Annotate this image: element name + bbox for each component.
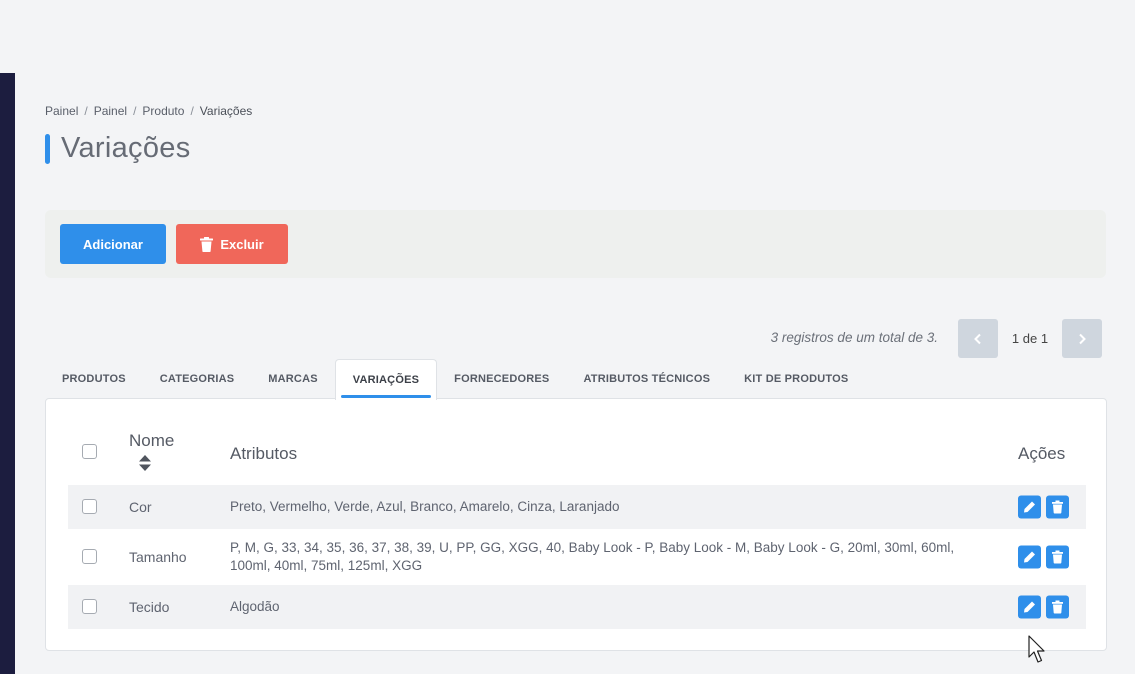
tab-variacoes[interactable]: VARIAÇÕES <box>334 359 438 400</box>
tab-kit-de-produtos[interactable]: KIT DE PRODUTOS <box>727 359 865 399</box>
delete-button-label: Excluir <box>220 236 264 252</box>
table-header: Nome Atributos Ações <box>68 425 1086 481</box>
row-actions <box>1018 595 1069 619</box>
row-actions <box>1018 495 1069 519</box>
column-header-name[interactable]: Nome <box>129 431 174 451</box>
tab-marcas[interactable]: MARCAS <box>251 359 334 399</box>
edit-button[interactable] <box>1018 495 1041 519</box>
action-panel: Adicionar Excluir <box>45 210 1106 278</box>
row-actions <box>1018 545 1069 569</box>
column-header-attributes: Atributos <box>230 444 298 463</box>
pagination-info: 3 registros de um total de 3. <box>770 330 938 345</box>
table-row: Tamanho P, M, G, 33, 34, 35, 36, 37, 38,… <box>68 529 1086 585</box>
row-attributes: P, M, G, 33, 34, 35, 36, 37, 38, 39, U, … <box>230 540 955 573</box>
chevron-left-icon <box>974 333 981 344</box>
pencil-icon <box>1024 551 1035 563</box>
breadcrumb-separator: / <box>133 104 137 118</box>
next-page-button[interactable] <box>1062 319 1102 358</box>
row-attributes: Algodão <box>230 599 280 614</box>
trash-icon <box>200 236 214 252</box>
sidebar-edge <box>0 73 15 674</box>
add-button[interactable]: Adicionar <box>60 224 166 264</box>
row-name: Cor <box>129 499 152 515</box>
row-name: Tamanho <box>129 549 187 565</box>
tab-bar: PRODUTOS CATEGORIAS MARCAS VARIAÇÕES FOR… <box>45 359 865 400</box>
mouse-cursor-icon <box>1028 635 1045 663</box>
row-checkbox[interactable] <box>82 549 97 564</box>
delete-row-button[interactable] <box>1046 595 1069 619</box>
delete-row-button[interactable] <box>1046 545 1069 569</box>
row-checkbox[interactable] <box>82 499 97 514</box>
row-name: Tecido <box>129 599 170 615</box>
breadcrumb-item[interactable]: Produto <box>142 104 184 118</box>
trash-icon <box>1052 500 1063 514</box>
table-row: Cor Preto, Vermelho, Verde, Azul, Branco… <box>68 485 1086 529</box>
page-title-text: Variações <box>61 132 191 164</box>
tab-categorias[interactable]: CATEGORIAS <box>143 359 252 399</box>
select-all-checkbox[interactable] <box>82 444 97 459</box>
breadcrumb-current: Variações <box>199 104 253 118</box>
page-title: Variações <box>45 132 191 165</box>
previous-page-button[interactable] <box>958 319 998 358</box>
breadcrumb: Painel / Painel / Produto / Variações <box>45 104 252 118</box>
delete-button[interactable]: Excluir <box>176 224 288 264</box>
breadcrumb-item[interactable]: Painel <box>45 104 78 118</box>
page-indicator: 1 de 1 <box>1011 331 1049 346</box>
chevron-right-icon <box>1079 333 1086 344</box>
trash-icon <box>1052 600 1063 614</box>
column-header-actions: Ações <box>1018 444 1066 463</box>
edit-button[interactable] <box>1018 545 1041 569</box>
row-attributes: Preto, Vermelho, Verde, Azul, Branco, Am… <box>230 499 620 514</box>
select-all-checkbox-wrap <box>82 444 97 459</box>
delete-row-button[interactable] <box>1046 495 1069 519</box>
edit-button[interactable] <box>1018 595 1041 619</box>
tab-produtos[interactable]: PRODUTOS <box>45 359 143 399</box>
row-checkbox[interactable] <box>82 599 97 614</box>
pencil-icon <box>1024 601 1035 613</box>
trash-icon <box>1052 550 1063 564</box>
breadcrumb-separator: / <box>84 104 88 118</box>
breadcrumb-separator: / <box>190 104 194 118</box>
tab-atributos-tecnicos[interactable]: ATRIBUTOS TÉCNICOS <box>566 359 727 399</box>
breadcrumb-item[interactable]: Painel <box>94 104 127 118</box>
sort-icon[interactable] <box>139 455 151 471</box>
table-row: Tecido Algodão <box>68 585 1086 629</box>
tab-fornecedores[interactable]: FORNECEDORES <box>437 359 566 399</box>
pencil-icon <box>1024 501 1035 513</box>
variations-table: Nome Atributos Ações Cor Preto, Vermelho… <box>45 398 1107 651</box>
title-accent-bar <box>45 133 50 164</box>
